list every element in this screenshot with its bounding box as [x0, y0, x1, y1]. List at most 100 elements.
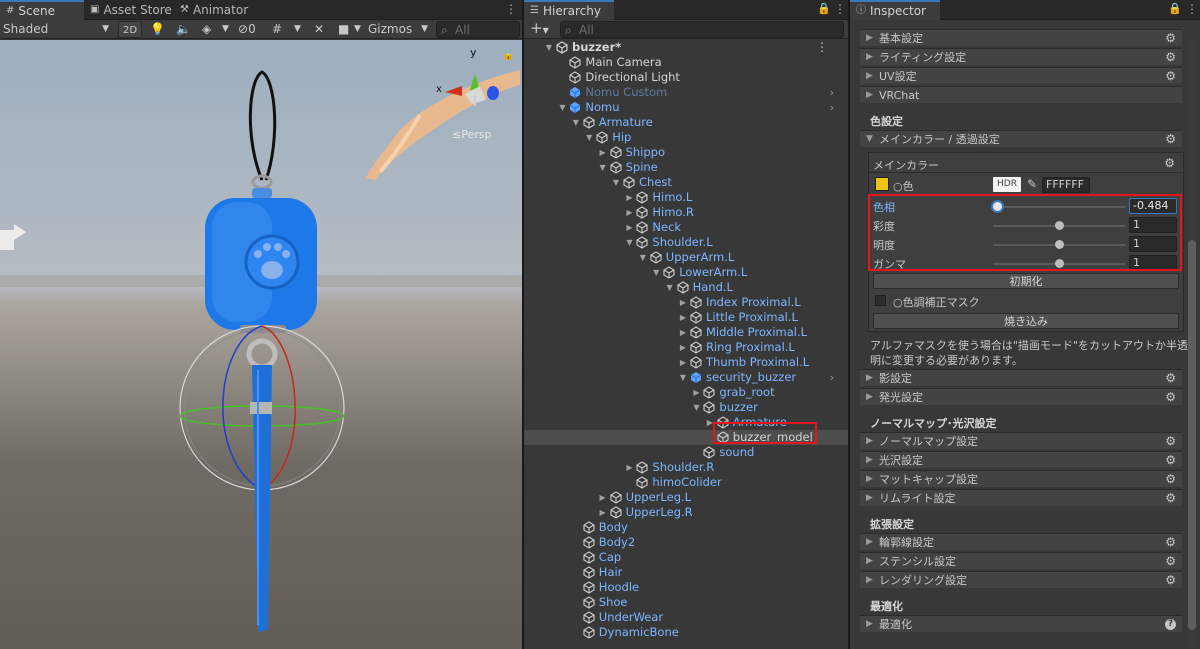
expand-arrow-down-icon[interactable]: ▼ [678, 370, 688, 385]
tab-inspector[interactable]: ⓘ Inspector [850, 0, 940, 20]
prefab-open-arrow-icon[interactable]: › [830, 100, 834, 115]
mask-texture-slot[interactable] [875, 295, 886, 306]
hierarchy-row[interactable]: ▶ Shoulder.R [524, 460, 848, 475]
hierarchy-row[interactable]: Shoe [524, 595, 848, 610]
gear-icon[interactable]: ⚙ [1165, 534, 1176, 551]
gear-icon[interactable]: ⚙ [1165, 370, 1176, 387]
bake-button[interactable]: 焼き込み [873, 313, 1179, 329]
gizmos-dropdown[interactable]: Gizmos ▼ [368, 21, 430, 38]
grid-snap-icon[interactable]: # [272, 21, 286, 38]
expand-arrow-right-icon[interactable]: ▶ [598, 505, 608, 520]
hidden-objects-toggle[interactable]: ⊘0 [238, 21, 270, 38]
tab-animator[interactable]: ⚒ Animator [174, 0, 274, 20]
hierarchy-row[interactable]: ▶ Shippo [524, 145, 848, 160]
expand-arrow-right-icon[interactable]: ▶ [678, 325, 688, 340]
foldout-rimlight[interactable]: ▶ リムライト設定 ⚙ [860, 489, 1182, 506]
expand-arrow-down-icon[interactable]: ▼ [571, 115, 581, 130]
lock-icon[interactable]: 🔒 [502, 49, 514, 61]
hierarchy-menu-kebab-icon[interactable]: ⋮ [834, 2, 846, 16]
foldout-shadow-settings[interactable]: ▶ 影設定 ⚙ [860, 369, 1182, 386]
hierarchy-row[interactable]: Cap [524, 550, 848, 565]
color-hex-field[interactable]: FFFFFF [1042, 177, 1090, 193]
hierarchy-row[interactable]: Hair [524, 565, 848, 580]
expand-arrow-right-icon[interactable]: ▶ [624, 205, 634, 220]
expand-arrow-down-icon[interactable]: ▼ [665, 280, 675, 295]
hierarchy-row[interactable]: Body [524, 520, 848, 535]
hierarchy-row[interactable]: ▼ Nomu › [524, 100, 848, 115]
gear-icon[interactable]: ⚙ [1165, 131, 1176, 148]
effects-icon[interactable]: ◈ [202, 21, 216, 38]
expand-arrow-down-icon[interactable]: ▼ [584, 130, 594, 145]
hierarchy-row[interactable]: ▶ Little Proximal.L [524, 310, 848, 325]
gear-icon[interactable]: ⚙ [1165, 68, 1176, 85]
hierarchy-row[interactable]: sound [524, 445, 848, 460]
expand-arrow-right-icon[interactable]: ▶ [691, 385, 701, 400]
tab-scene[interactable]: # Scene [0, 0, 84, 20]
hierarchy-row[interactable]: Nomu Custom › [524, 85, 848, 100]
foldout-optimize[interactable]: ▶ 最適化 ? [860, 615, 1182, 632]
inspector-menu-kebab-icon[interactable]: ⋮ [1186, 2, 1198, 16]
hierarchy-row[interactable]: ▶ Thumb Proximal.L [524, 355, 848, 370]
camera-chevron-icon[interactable]: ▼ [354, 21, 364, 38]
hierarchy-row[interactable]: ▶ Index Proximal.L [524, 295, 848, 310]
hierarchy-search-input[interactable]: ⌕ All [560, 21, 844, 38]
expand-arrow-down-icon[interactable]: ▼ [611, 175, 621, 190]
hierarchy-row[interactable]: Directional Light [524, 70, 848, 85]
hierarchy-row[interactable]: ▶ Middle Proximal.L [524, 325, 848, 340]
tools-icon[interactable]: ✕ [314, 21, 328, 38]
gear-icon[interactable]: ⚙ [1165, 471, 1176, 488]
prefab-open-arrow-icon[interactable]: › [830, 370, 834, 385]
hierarchy-row[interactable]: Hoodle [524, 580, 848, 595]
expand-arrow-right-icon[interactable]: ▶ [678, 310, 688, 325]
expand-arrow-right-icon[interactable]: ▶ [598, 145, 608, 160]
persp-toggle[interactable]: ≤Persp [452, 128, 491, 141]
expand-arrow-right-icon[interactable]: ▶ [678, 295, 688, 310]
hierarchy-row[interactable]: ▼ buzzer* ⋮ [524, 40, 848, 55]
hierarchy-row[interactable]: ▶ Neck [524, 220, 848, 235]
expand-arrow-right-icon[interactable]: ▶ [624, 460, 634, 475]
hierarchy-row[interactable]: ▶ grab_root [524, 385, 848, 400]
foldout-gloss[interactable]: ▶ 光沢設定 ⚙ [860, 451, 1182, 468]
gear-icon[interactable]: ⚙ [1165, 572, 1176, 589]
gear-icon[interactable]: ⚙ [1165, 389, 1176, 406]
inspector-scrollbar-thumb[interactable] [1188, 240, 1196, 630]
hierarchy-row[interactable]: ▼ Hand.L [524, 280, 848, 295]
expand-arrow-down-icon[interactable]: ▼ [691, 400, 701, 415]
hierarchy-row[interactable]: ▶ UpperLeg.L [524, 490, 848, 505]
hierarchy-row[interactable]: ▶ UpperLeg.R [524, 505, 848, 520]
hierarchy-row[interactable]: Main Camera [524, 55, 848, 70]
scene-search-input[interactable]: ⌕ All [436, 21, 520, 38]
gear-icon[interactable]: ⚙ [1164, 156, 1175, 170]
gear-icon[interactable]: ⚙ [1165, 433, 1176, 450]
hdr-color-swatch[interactable]: HDR [993, 177, 1021, 192]
help-icon[interactable]: ? [1165, 619, 1176, 630]
grid-chevron-icon[interactable]: ▼ [294, 21, 304, 38]
effects-chevron-icon[interactable]: ▼ [222, 21, 232, 38]
texture-slot-icon[interactable] [875, 177, 889, 191]
prefab-open-arrow-icon[interactable]: › [830, 85, 834, 100]
add-object-button[interactable]: +▼ [530, 21, 554, 38]
foldout-normal-map[interactable]: ▶ ノーマルマップ設定 ⚙ [860, 432, 1182, 449]
foldout-emission-settings[interactable]: ▶ 発光設定 ⚙ [860, 388, 1182, 405]
expand-arrow-down-icon[interactable]: ▼ [544, 40, 554, 55]
expand-arrow-right-icon[interactable]: ▶ [624, 190, 634, 205]
tab-hierarchy[interactable]: ☰ Hierarchy [524, 0, 614, 20]
lighting-icon[interactable]: 💡 [150, 21, 165, 38]
hierarchy-row[interactable]: DynamicBone [524, 625, 848, 640]
foldout-basic-settings[interactable]: ▶ 基本設定 ⚙ [860, 29, 1182, 46]
hierarchy-row[interactable]: ▼ LowerArm.L [524, 265, 848, 280]
hierarchy-row[interactable]: ▼ UpperArm.L [524, 250, 848, 265]
foldout-uv-settings[interactable]: ▶ UV設定 ⚙ [860, 67, 1182, 84]
foldout-lighting-settings[interactable]: ▶ ライティング設定 ⚙ [860, 48, 1182, 65]
hierarchy-row[interactable]: ▼ Chest [524, 175, 848, 190]
hierarchy-row[interactable]: ▼ buzzer [524, 400, 848, 415]
foldout-outline[interactable]: ▶ 輪郭線設定 ⚙ [860, 533, 1182, 550]
tab-menu-kebab-icon[interactable]: ⋮ [505, 2, 517, 16]
hierarchy-row[interactable]: UnderWear [524, 610, 848, 625]
expand-arrow-right-icon[interactable]: ▶ [624, 220, 634, 235]
scene-viewport[interactable]: y x 🔒 ≤Persp [0, 40, 522, 649]
tab-asset-store[interactable]: ▣ Asset Store [84, 0, 174, 20]
expand-arrow-down-icon[interactable]: ▼ [557, 100, 567, 115]
foldout-matcap[interactable]: ▶ マットキャップ設定 ⚙ [860, 470, 1182, 487]
hierarchy-row[interactable]: ▶ Himo.R [524, 205, 848, 220]
